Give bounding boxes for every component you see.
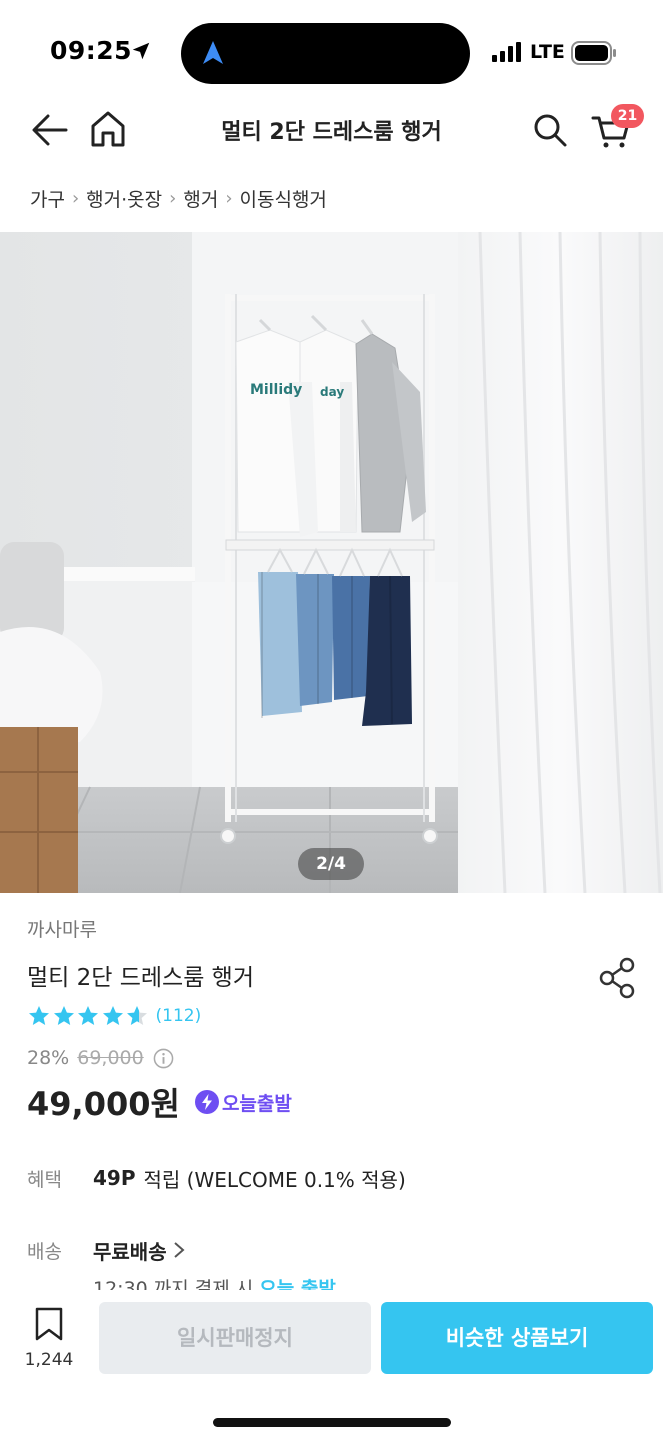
cart-count-badge: 21 <box>611 104 644 128</box>
benefit-detail: 적립 (WELCOME 0.1% 적용) <box>143 1167 406 1192</box>
breadcrumb: 가구 › 행거·옷장 › 행거 › 이동식행거 <box>30 183 327 213</box>
today-delivery-badge: 오늘출발 <box>194 1089 292 1116</box>
shipping-label: 배송 <box>27 1240 62 1263</box>
breadcrumb-item[interactable]: 이동식행거 <box>240 185 327 212</box>
share-icon[interactable] <box>598 957 636 999</box>
star-icon <box>102 1006 123 1025</box>
similar-products-button[interactable]: 비슷한 상품보기 <box>381 1302 653 1374</box>
breadcrumb-item[interactable]: 행거·옷장 <box>86 185 162 212</box>
star-icon <box>29 1006 49 1025</box>
price-row: 49,000원 오늘출발 <box>27 1080 292 1124</box>
bookmark-icon <box>35 1307 63 1341</box>
bookmark-button[interactable]: 1,244 <box>14 1306 84 1370</box>
navigation-arrow-icon <box>203 41 223 64</box>
shipping-row: 배송 무료배송 <box>27 1235 187 1265</box>
shirt-print-text: Millidy <box>250 382 302 398</box>
signal-icon <box>492 42 521 62</box>
benefit-label: 혜택 <box>27 1168 62 1191</box>
breadcrumb-item[interactable]: 행거 <box>183 185 218 212</box>
half-star-icon <box>127 1006 147 1025</box>
benefit-row: 혜택 49P 적립 (WELCOME 0.1% 적용) <box>27 1163 406 1193</box>
original-price: 69,000 <box>77 1047 144 1069</box>
shipping-value[interactable]: 무료배송 <box>93 1236 167 1265</box>
chevron-right-icon: › <box>169 187 177 209</box>
breadcrumb-item[interactable]: 가구 <box>30 185 65 212</box>
review-count[interactable]: (112) <box>156 1006 202 1026</box>
battery-icon <box>571 41 616 65</box>
sold-out-button: 일시판매정지 <box>99 1302 371 1374</box>
status-bar: 09:25 LTE <box>0 0 663 100</box>
product-photo: Millidy day <box>0 232 663 893</box>
chevron-right-icon: › <box>71 187 80 209</box>
location-arrow-icon <box>132 42 150 60</box>
benefit-points: 49P <box>93 1166 136 1190</box>
dynamic-island <box>181 23 470 84</box>
image-page-indicator: 2/4 <box>298 848 364 880</box>
rating-row[interactable]: (112) <box>27 1003 201 1029</box>
product-image-carousel[interactable]: Millidy day 2/4 <box>0 232 663 893</box>
network-type: LTE <box>530 41 565 63</box>
info-icon[interactable] <box>153 1048 174 1069</box>
discount-rate: 28% <box>27 1047 70 1069</box>
chevron-right-icon: › <box>225 187 233 209</box>
home-icon[interactable] <box>88 108 128 150</box>
product-name: 멀티 2단 드레스룸 행거 <box>27 965 255 991</box>
chevron-right-icon[interactable] <box>171 1240 187 1260</box>
discount-row: 28% 69,000 <box>27 1044 174 1072</box>
sale-price: 49,000원 <box>27 1085 180 1123</box>
bookmark-count: 1,244 <box>24 1350 74 1370</box>
shirt-print-text: day <box>320 385 344 399</box>
star-icon <box>78 1006 98 1025</box>
star-icon <box>53 1006 74 1025</box>
back-arrow-icon[interactable] <box>30 110 70 150</box>
brand-name[interactable]: 까사마루 <box>27 915 97 942</box>
search-icon[interactable] <box>530 110 570 150</box>
today-delivery-label: 오늘출발 <box>221 1092 292 1115</box>
home-indicator <box>213 1418 451 1427</box>
top-nav-bar: 멀티 2단 드레스룸 행거 21 <box>0 100 663 162</box>
page-title: 멀티 2단 드레스룸 행거 <box>221 120 442 145</box>
status-time: 09:25 <box>50 36 133 65</box>
lightning-icon <box>194 1090 219 1114</box>
star-rating <box>27 1004 150 1028</box>
